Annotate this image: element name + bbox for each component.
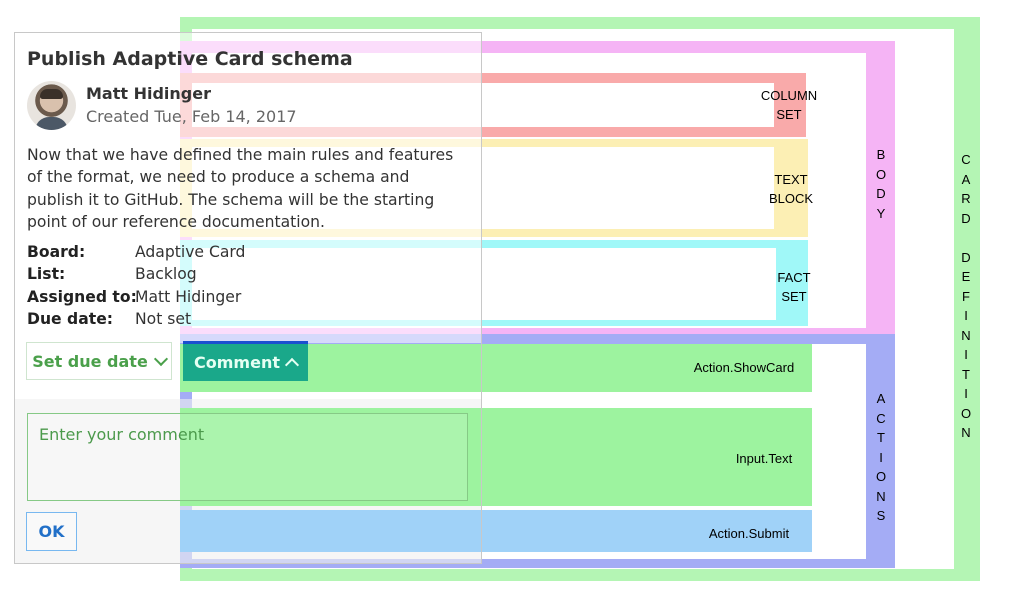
vertical-letter: E — [961, 269, 971, 284]
vertical-letter: T — [877, 430, 885, 445]
vertical-letter — [956, 228, 976, 248]
submit-label: Action.Submit — [708, 526, 790, 541]
vertical-letter: O — [960, 405, 972, 421]
vertical-letter: A — [961, 171, 971, 187]
text-block-label: TEXT BLOCK — [768, 172, 814, 206]
fact-set-label: FACT SET — [777, 270, 811, 304]
vertical-letter: I — [964, 308, 968, 323]
vertical-letter: N — [961, 327, 971, 343]
vertical-letter: A — [876, 391, 886, 406]
vertical-letter: S — [876, 508, 886, 523]
vertical-letter: D — [961, 249, 971, 265]
vertical-letter: T — [962, 366, 970, 382]
vertical-letter: I — [879, 449, 883, 465]
input-text-label: Input.Text — [735, 451, 793, 466]
adaptive-card — [14, 32, 482, 564]
vertical-letter: B — [876, 147, 886, 162]
vertical-letter: N — [961, 425, 971, 440]
vertical-letter: F — [962, 288, 970, 304]
vertical-letter: C — [961, 152, 971, 167]
vertical-letter: C — [876, 410, 886, 426]
vertical-letter: I — [964, 386, 968, 401]
body-label: BODY — [871, 145, 891, 223]
vertical-letter: N — [876, 488, 886, 504]
show-card-label: Action.ShowCard — [693, 360, 795, 375]
vertical-letter: O — [875, 166, 887, 182]
actions-label: ACTIONS — [871, 389, 891, 526]
vertical-letter: Y — [876, 205, 886, 221]
vertical-letter: D — [961, 210, 971, 226]
vertical-letter: I — [964, 347, 968, 362]
column-set-label: COLUMN SET — [760, 88, 818, 122]
vertical-letter: O — [875, 469, 887, 484]
card-definition-label: CARD DEFINITION — [956, 150, 976, 443]
vertical-letter: R — [961, 191, 971, 206]
vertical-letter: D — [876, 186, 886, 201]
